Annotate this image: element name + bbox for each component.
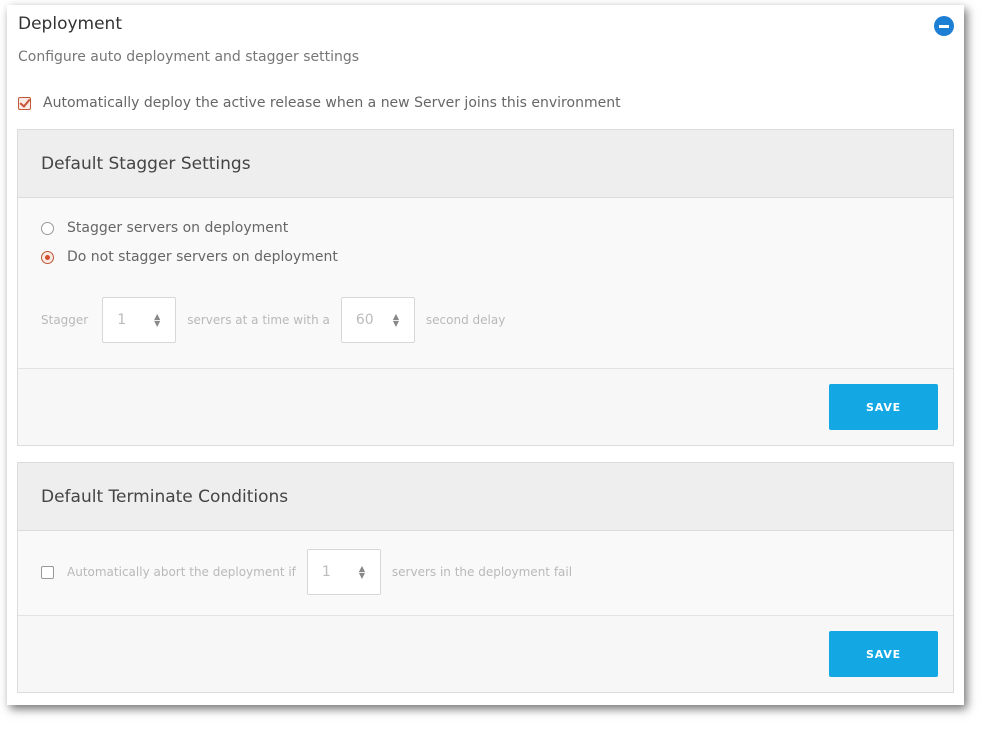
servers-count-value: 1 [117, 312, 127, 328]
collapse-minus-icon[interactable] [934, 16, 954, 36]
failed-servers-value: 1 [321, 564, 331, 580]
section-title: Deployment [18, 14, 122, 34]
up-down-arrows-icon[interactable]: ▲ ▼ [392, 313, 400, 328]
up-down-arrows-icon[interactable]: ▲ ▼ [153, 313, 161, 328]
stagger-middle-label: servers at a time with a [187, 313, 330, 327]
terminate-panel: Default Terminate Conditions Automatical… [17, 462, 954, 693]
terminate-prefix-label: Automatically abort the deployment if [67, 565, 296, 579]
delay-seconds-input[interactable]: 60 ▲ ▼ [340, 297, 415, 343]
terminate-panel-heading: Default Terminate Conditions [18, 463, 953, 531]
stagger-prefix-label: Stagger [41, 313, 89, 327]
delay-seconds-value: 60 [355, 312, 374, 328]
auto-deploy-checkbox[interactable] [18, 96, 31, 110]
radio-button[interactable] [41, 250, 54, 264]
up-down-arrows-icon[interactable]: ▲ ▼ [358, 565, 366, 580]
save-terminate-button[interactable]: SAVE [829, 631, 938, 677]
stagger-suffix-label: second delay [425, 313, 506, 327]
radio-button[interactable] [41, 221, 54, 235]
terminate-suffix-label: servers in the deployment fail [391, 565, 573, 579]
auto-deploy-label: Automatically deploy the active release … [43, 95, 621, 111]
deployment-card: Deployment Configure auto deployment and… [7, 5, 964, 705]
section-subtitle: Configure auto deployment and stagger se… [18, 49, 360, 65]
radio-label: Do not stagger servers on deployment [67, 249, 338, 265]
stagger-panel-heading: Default Stagger Settings [18, 130, 953, 198]
auto-deploy-row[interactable]: Automatically deploy the active release … [18, 95, 621, 111]
stagger-config-row: Stagger 1 ▲ ▼ servers at a time with a 60… [41, 297, 505, 343]
stagger-panel: Default Stagger Settings Stagger servers… [17, 129, 954, 446]
failed-servers-input[interactable]: 1 ▲ ▼ [306, 549, 381, 595]
servers-count-input[interactable]: 1 ▲ ▼ [102, 297, 177, 343]
stagger-panel-footer: SAVE [18, 368, 953, 445]
abort-checkbox[interactable] [41, 565, 54, 579]
radio-stagger[interactable]: Stagger servers on deployment [41, 220, 288, 236]
save-stagger-button[interactable]: SAVE [829, 384, 938, 430]
radio-label: Stagger servers on deployment [67, 220, 289, 236]
radio-no-stagger[interactable]: Do not stagger servers on deployment [41, 249, 338, 265]
terminate-config-row: Automatically abort the deployment if 1 … [41, 549, 572, 595]
terminate-panel-footer: SAVE [18, 615, 953, 692]
